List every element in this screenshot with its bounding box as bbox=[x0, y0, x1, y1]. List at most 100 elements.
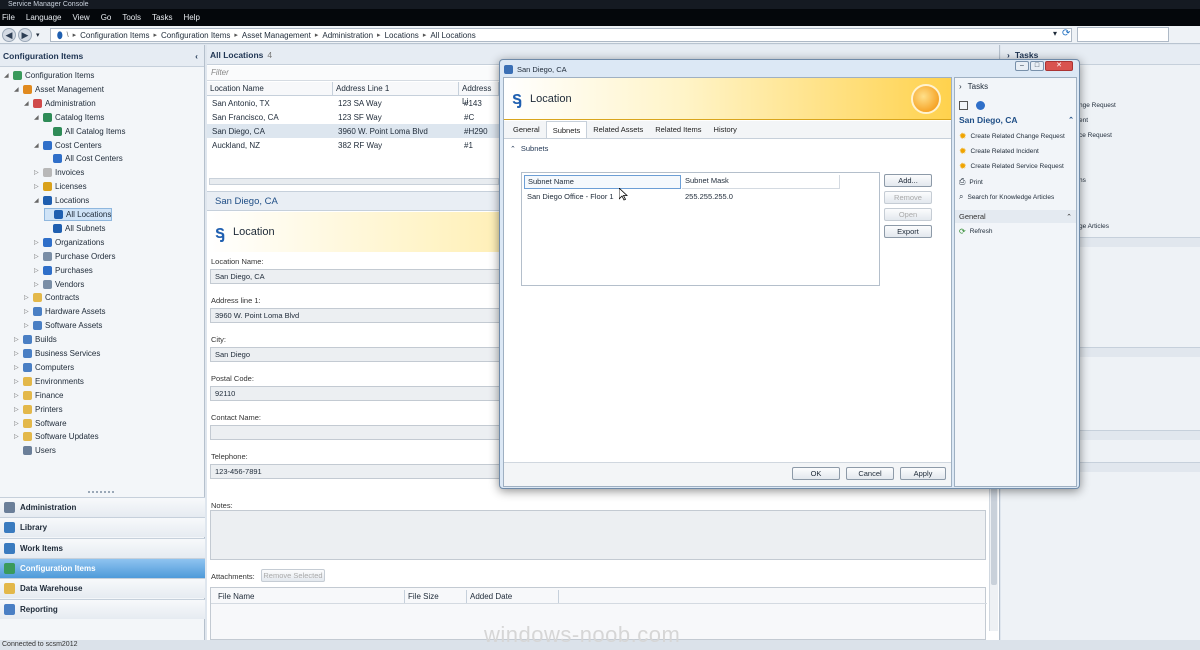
refresh-icon[interactable]: ⟳ bbox=[1062, 28, 1070, 39]
tree-item[interactable]: Users bbox=[14, 444, 56, 457]
task-partial[interactable]: nge Request bbox=[1079, 102, 1116, 109]
tree-item[interactable]: ▷ Licenses bbox=[34, 180, 87, 193]
column-header-subnet-mask[interactable]: Subnet Mask bbox=[682, 175, 840, 189]
tree-item[interactable]: All Locations bbox=[44, 208, 113, 221]
workspace-reporting[interactable]: Reporting bbox=[0, 598, 205, 619]
tree-item[interactable]: ▷ Purchase Orders bbox=[34, 250, 115, 263]
tree-item[interactable]: ▷ Software Assets bbox=[24, 319, 102, 332]
expand-arrow-icon[interactable]: ▷ bbox=[34, 253, 40, 260]
column-header[interactable]: File Name bbox=[215, 590, 405, 603]
expand-arrow-icon[interactable]: ▷ bbox=[34, 169, 40, 176]
task-create-service-request[interactable]: ✹ Create Related Service Request bbox=[959, 162, 1064, 171]
history-dropdown-icon[interactable]: ▾ bbox=[36, 31, 40, 39]
search-input[interactable] bbox=[1077, 27, 1169, 42]
collapse-icon[interactable]: ⌃ bbox=[510, 145, 516, 153]
menu-help[interactable]: Help bbox=[184, 13, 200, 22]
export-button[interactable]: Export bbox=[884, 225, 932, 238]
expand-arrow-icon[interactable]: ▷ bbox=[14, 420, 20, 427]
expand-arrow-icon[interactable]: ▷ bbox=[34, 183, 40, 190]
menu-file[interactable]: File bbox=[2, 13, 15, 22]
expand-arrow-icon[interactable]: ▷ bbox=[24, 294, 30, 301]
task-context-header[interactable]: San Diego, CA ⌃ bbox=[959, 115, 1074, 125]
workspace-configuration-items[interactable]: Configuration Items bbox=[0, 557, 205, 578]
workspace-library[interactable]: Library bbox=[0, 517, 205, 538]
notes-field[interactable] bbox=[210, 510, 986, 560]
expand-arrow-icon[interactable]: ▷ bbox=[24, 308, 30, 315]
expand-arrow-icon[interactable]: ◢ bbox=[14, 86, 20, 93]
menu-tools[interactable]: Tools bbox=[122, 13, 141, 22]
back-icon[interactable]: ◀ bbox=[2, 27, 16, 42]
breadcrumb-item[interactable]: Configuration Items bbox=[161, 31, 230, 40]
tree-item[interactable]: ▷ Finance bbox=[14, 389, 63, 402]
workspace-data-warehouse[interactable]: Data Warehouse bbox=[0, 578, 205, 599]
expand-arrow-icon[interactable]: ▷ bbox=[14, 392, 20, 399]
close-icon[interactable]: ✕ bbox=[1045, 61, 1073, 71]
tree-item[interactable]: ▷ Printers bbox=[14, 403, 63, 416]
collapse-icon[interactable]: ‹ bbox=[195, 51, 198, 61]
task-refresh[interactable]: ⟳ Refresh bbox=[959, 227, 992, 236]
collapse-icon[interactable]: ⌃ bbox=[1068, 116, 1074, 124]
collapse-icon[interactable]: ⌃ bbox=[1066, 213, 1072, 221]
task-print[interactable]: ⎙ Print bbox=[959, 177, 983, 187]
column-header[interactable]: Address Line 1 bbox=[333, 82, 459, 95]
tree-item[interactable]: ◢ Configuration Items bbox=[4, 69, 94, 82]
tree-item[interactable]: All Subnets bbox=[44, 222, 105, 235]
tree-item[interactable]: ▷ Business Services bbox=[14, 347, 100, 360]
tab-general[interactable]: General bbox=[507, 121, 546, 138]
breadcrumb-item[interactable]: Configuration Items bbox=[80, 31, 149, 40]
expand-arrow-icon[interactable]: ◢ bbox=[34, 142, 40, 149]
task-create-incident[interactable]: ✹ Create Related Incident bbox=[959, 147, 1039, 156]
tree-item[interactable]: ◢ Cost Centers bbox=[34, 139, 102, 152]
tree-item[interactable]: All Catalog Items bbox=[44, 125, 125, 138]
expand-arrow-icon[interactable]: ▷ bbox=[14, 406, 20, 413]
tree-item[interactable]: ▷ Organizations bbox=[34, 236, 104, 249]
expand-arrow-icon[interactable]: ▷ bbox=[34, 239, 40, 246]
task-partial[interactable]: ent bbox=[1079, 117, 1088, 124]
task-partial[interactable]: ce Request bbox=[1079, 132, 1112, 139]
ok-button[interactable]: OK bbox=[792, 467, 840, 480]
tree-item[interactable]: ▷ Software Updates bbox=[14, 430, 99, 443]
task-partial[interactable]: ge Articles bbox=[1079, 223, 1109, 230]
column-header[interactable]: Added Date bbox=[467, 590, 559, 603]
splitter-grip[interactable] bbox=[88, 491, 114, 493]
apply-button[interactable]: Apply bbox=[900, 467, 946, 480]
column-header[interactable]: Location Name bbox=[207, 82, 333, 95]
add-button[interactable]: Add... bbox=[884, 174, 932, 187]
minimize-icon[interactable]: – bbox=[1015, 61, 1029, 71]
tree-item[interactable]: ▷ Vendors bbox=[34, 278, 84, 291]
tree-item[interactable]: ▷ Purchases bbox=[34, 264, 93, 277]
task-create-change-request[interactable]: ✹ Create Related Change Request bbox=[959, 132, 1065, 141]
dropdown-icon[interactable]: ▾ bbox=[1053, 29, 1057, 38]
tab-history[interactable]: History bbox=[708, 121, 743, 138]
menu-language[interactable]: Language bbox=[26, 13, 62, 22]
tree-item[interactable]: All Cost Centers bbox=[44, 152, 123, 165]
expand-arrow-icon[interactable]: ▷ bbox=[34, 267, 40, 274]
task-search-knowledge[interactable]: ⌕ Search for Knowledge Articles bbox=[959, 192, 1054, 202]
workspace-administration[interactable]: Administration bbox=[0, 497, 205, 517]
expand-arrow-icon[interactable]: ▷ bbox=[14, 350, 20, 357]
remove-selected-button[interactable]: Remove Selected bbox=[261, 569, 325, 582]
workspace-work-items[interactable]: Work Items bbox=[0, 537, 205, 558]
menu-view[interactable]: View bbox=[72, 13, 89, 22]
expand-icon[interactable]: › bbox=[959, 82, 962, 91]
expand-arrow-icon[interactable]: ▷ bbox=[34, 281, 40, 288]
tab-related-assets[interactable]: Related Assets bbox=[587, 121, 649, 138]
cancel-button[interactable]: Cancel bbox=[846, 467, 894, 480]
subnets-section-header[interactable]: ⌃ Subnets bbox=[510, 144, 548, 153]
help-icon[interactable] bbox=[976, 100, 985, 110]
tree-item[interactable]: ◢ Catalog Items bbox=[34, 111, 104, 124]
breadcrumb-item[interactable]: Administration bbox=[322, 31, 373, 40]
task-partial[interactable]: ns bbox=[1079, 177, 1086, 184]
subnet-row[interactable]: San Diego Office - Floor 1 255.255.255.0 bbox=[524, 190, 854, 203]
tree-item[interactable]: ▷ Computers bbox=[14, 361, 74, 374]
expand-arrow-icon[interactable]: ◢ bbox=[34, 197, 40, 204]
tab-related-items[interactable]: Related Items bbox=[649, 121, 707, 138]
remove-button[interactable]: Remove bbox=[884, 191, 932, 204]
column-header-subnet-name[interactable]: Subnet Name bbox=[524, 175, 681, 189]
general-section-header[interactable]: General ⌃ bbox=[955, 210, 1076, 223]
expand-icon[interactable]: › bbox=[1007, 50, 1010, 60]
expand-arrow-icon[interactable]: ▷ bbox=[14, 378, 20, 385]
breadcrumb-item[interactable]: Locations bbox=[385, 31, 419, 40]
expand-arrow-icon[interactable]: ◢ bbox=[4, 72, 10, 79]
horizontal-scrollbar[interactable] bbox=[209, 178, 499, 185]
